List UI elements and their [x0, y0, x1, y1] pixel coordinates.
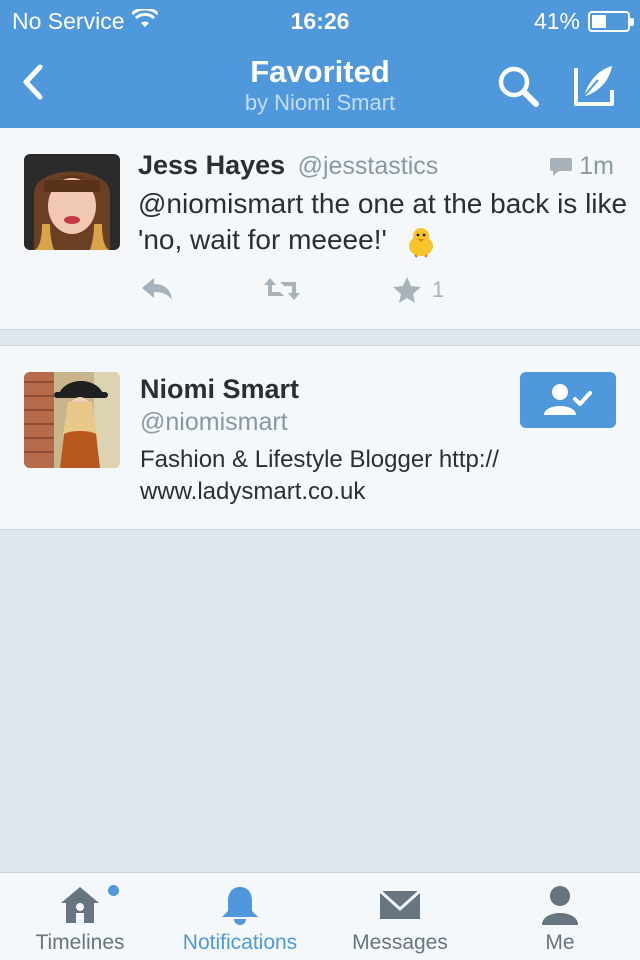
profile-card[interactable]: Niomi Smart @niomismart Fashion & Lifest… — [0, 346, 640, 530]
profile-name[interactable]: Niomi Smart — [140, 374, 299, 405]
envelope-icon — [378, 889, 422, 919]
nav-title-group: Favorited by Niomi Smart — [0, 54, 640, 116]
tab-bar: Timelines Notifications Messages Me — [0, 872, 640, 960]
chick-icon — [408, 227, 433, 258]
tweet-header: Jess Hayes @jesstastics 1m — [138, 150, 618, 184]
speech-bubble-icon — [550, 157, 573, 176]
tab-me-label: Me — [545, 931, 575, 954]
retweet-button[interactable] — [262, 276, 302, 302]
tweet-text-content: @niomismart the one at the back is like … — [138, 188, 628, 255]
following-button[interactable] — [520, 372, 616, 428]
star-icon — [393, 277, 421, 303]
tweet-author-name[interactable]: Jess Hayes — [138, 150, 285, 180]
battery-percent: 41% — [533, 8, 580, 34]
compose-button[interactable] — [568, 60, 618, 110]
tab-timelines[interactable]: Timelines — [0, 873, 160, 960]
reply-icon — [142, 278, 172, 300]
profile-avatar[interactable] — [24, 372, 120, 468]
nav-bar: Favorited by Niomi Smart — [0, 40, 640, 128]
tweet-text: @niomismart the one at the back is like … — [138, 186, 628, 258]
tweet-card[interactable]: Jess Hayes @jesstastics 1m @niomismart t… — [0, 128, 640, 330]
bell-icon — [222, 887, 258, 925]
status-right: 41% — [533, 8, 634, 35]
tab-timelines-label: Timelines — [35, 931, 125, 954]
battery-icon — [588, 11, 634, 32]
retweet-icon — [264, 278, 300, 300]
person-icon — [542, 886, 578, 925]
profile-handle[interactable]: @niomismart — [140, 408, 288, 437]
section-separator — [0, 330, 640, 346]
tab-messages[interactable]: Messages — [320, 873, 480, 960]
tab-notifications-label: Notifications — [182, 931, 298, 954]
compose-icon — [574, 66, 614, 106]
search-icon — [498, 66, 539, 107]
status-bar: No Service 16:26 41% — [0, 0, 640, 40]
page-subtitle: by Niomi Smart — [244, 90, 396, 115]
header: No Service 16:26 41% Favorited by Niomi … — [0, 0, 640, 128]
tweet-author-handle[interactable]: @jesstastics — [298, 152, 439, 180]
avatar[interactable] — [24, 154, 120, 250]
new-items-dot — [108, 885, 119, 896]
tab-notifications[interactable]: Notifications — [160, 873, 320, 960]
favorite-count: 1 — [432, 277, 445, 302]
page-title: Favorited — [250, 54, 390, 89]
tab-me[interactable]: Me — [480, 873, 640, 960]
tab-messages-label: Messages — [352, 931, 448, 954]
search-button[interactable] — [494, 62, 542, 110]
tweet-time: 1m — [549, 152, 614, 181]
profile-bio: Fashion & Lifestyle Blogger http:// www.… — [140, 446, 499, 505]
following-check-icon — [544, 384, 592, 415]
reply-button[interactable] — [140, 276, 174, 302]
home-icon — [61, 887, 99, 923]
battery-fill — [592, 15, 606, 28]
tweet-time-label: 1m — [579, 152, 614, 180]
favorite-button[interactable]: 1 — [392, 276, 444, 304]
